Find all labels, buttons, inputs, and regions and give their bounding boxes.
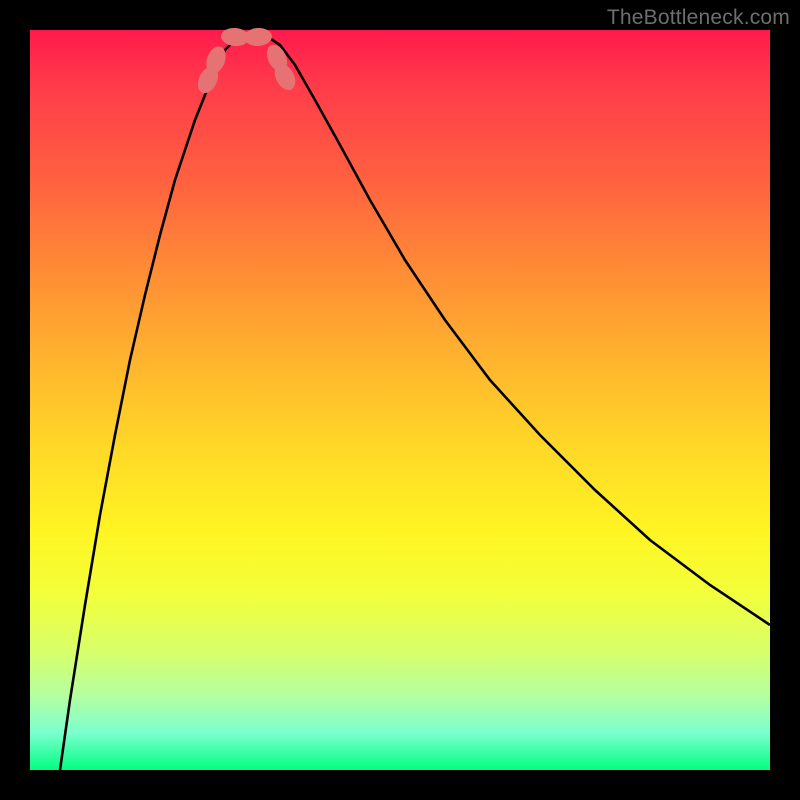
data-marker [244, 27, 273, 46]
watermark-text: TheBottleneck.com [607, 6, 790, 30]
data-markers [194, 27, 300, 97]
chart-frame: TheBottleneck.com [0, 0, 800, 800]
right-curve [265, 35, 770, 625]
left-curve [60, 35, 250, 770]
curve-svg [30, 30, 770, 770]
plot-area [30, 30, 770, 770]
